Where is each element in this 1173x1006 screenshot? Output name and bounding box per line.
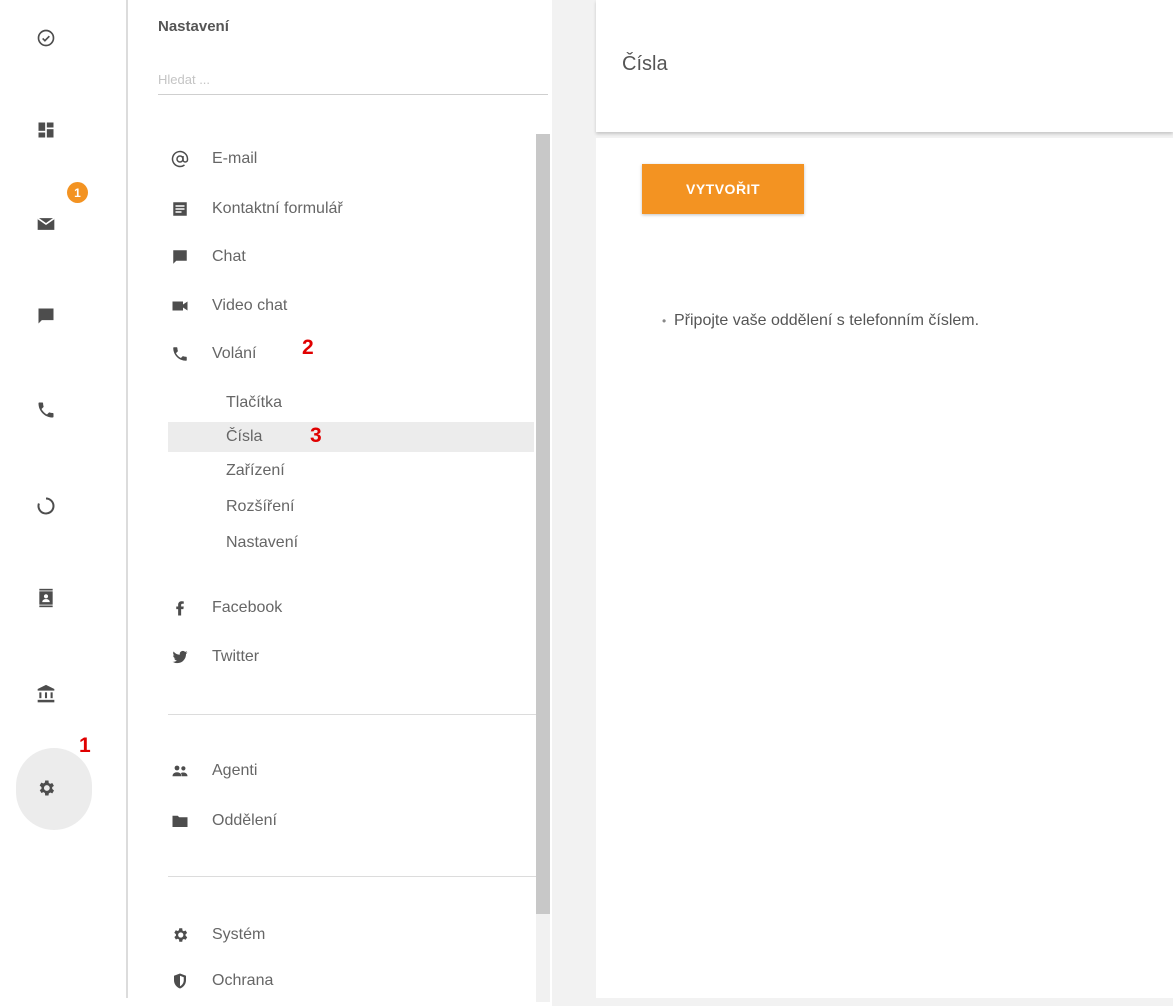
- facebook-icon: [168, 597, 192, 619]
- nav-item-protection[interactable]: Ochrana: [168, 966, 273, 996]
- hint-item: Připojte vaše oddělení s telefonním čísl…: [662, 312, 979, 330]
- form-icon: [168, 198, 192, 220]
- unread-badge: 1: [67, 182, 88, 203]
- section-divider: [168, 876, 536, 877]
- nav-subitem-settings[interactable]: Nastavení: [168, 528, 534, 558]
- nav-item-contact-form[interactable]: Kontaktní formulář: [168, 194, 343, 224]
- nav-label: Oddělení: [212, 812, 277, 829]
- video-camera-icon: [168, 295, 192, 317]
- check-circle-icon[interactable]: [26, 18, 66, 58]
- scrollbar-thumb[interactable]: [536, 134, 550, 914]
- nav-subitem-buttons[interactable]: Tlačítka: [168, 388, 534, 418]
- contacts-icon[interactable]: [26, 578, 66, 618]
- folder-icon: [168, 810, 192, 832]
- settings-title: Nastavení: [158, 18, 229, 35]
- nav-label: Twitter: [212, 648, 260, 665]
- nav-label: Kontaktní formulář: [212, 200, 343, 217]
- nav-item-video-chat[interactable]: Video chat: [168, 291, 287, 321]
- nav-label: Ochrana: [212, 972, 274, 989]
- content-header: Čísla: [596, 0, 1173, 132]
- gear-icon: [168, 924, 192, 946]
- nav-item-agents[interactable]: Agenti: [168, 756, 257, 786]
- at-icon: [168, 148, 192, 170]
- nav-label: Chat: [212, 248, 246, 265]
- nav-item-system[interactable]: Systém: [168, 920, 265, 950]
- mail-icon[interactable]: [26, 204, 66, 244]
- reports-icon[interactable]: [26, 486, 66, 526]
- nav-item-calls[interactable]: Volání: [168, 339, 256, 369]
- phone-icon[interactable]: [26, 390, 66, 430]
- nav-label: Agenti: [212, 762, 258, 779]
- nav-item-chat[interactable]: Chat: [168, 242, 246, 272]
- chat-icon[interactable]: [26, 296, 66, 336]
- nav-subitem-devices[interactable]: Zařízení: [168, 456, 534, 486]
- content-card: VYTVOŘIT Připojte vaše oddělení s telefo…: [596, 138, 1173, 998]
- nav-item-twitter[interactable]: Twitter: [168, 642, 259, 672]
- nav-label: Systém: [212, 926, 266, 943]
- knowledge-base-icon[interactable]: [26, 674, 66, 714]
- settings-sidebar: Nastavení E-mail Kontaktní formulář Chat…: [128, 0, 552, 1006]
- phone-icon: [168, 343, 192, 365]
- nav-label: Facebook: [212, 599, 283, 616]
- annotation-2: 2: [302, 336, 314, 359]
- twitter-icon: [168, 646, 192, 668]
- nav-label: E-mail: [212, 150, 258, 167]
- annotation-3: 3: [310, 424, 322, 447]
- nav-item-email[interactable]: E-mail: [168, 144, 257, 174]
- annotation-1: 1: [79, 734, 91, 757]
- page-title: Čísla: [622, 53, 668, 75]
- dashboard-icon[interactable]: [26, 110, 66, 150]
- nav-label: Video chat: [212, 297, 288, 314]
- icon-rail: 1 1: [0, 0, 128, 1006]
- section-divider: [168, 714, 536, 715]
- nav-item-departments[interactable]: Oddělení: [168, 806, 277, 836]
- search-input[interactable]: [158, 64, 548, 95]
- chat-bubble-icon: [168, 246, 192, 268]
- nav-item-facebook[interactable]: Facebook: [168, 593, 282, 623]
- hint-list: Připojte vaše oddělení s telefonním čísl…: [662, 312, 979, 330]
- settings-icon[interactable]: [26, 768, 66, 808]
- people-icon: [168, 760, 192, 782]
- shield-icon: [168, 970, 192, 992]
- nav-label: Volání: [212, 345, 257, 362]
- nav-subitem-extensions[interactable]: Rozšíření: [168, 492, 534, 522]
- nav-subitem-numbers[interactable]: Čísla: [168, 422, 534, 452]
- create-button[interactable]: VYTVOŘIT: [642, 164, 804, 214]
